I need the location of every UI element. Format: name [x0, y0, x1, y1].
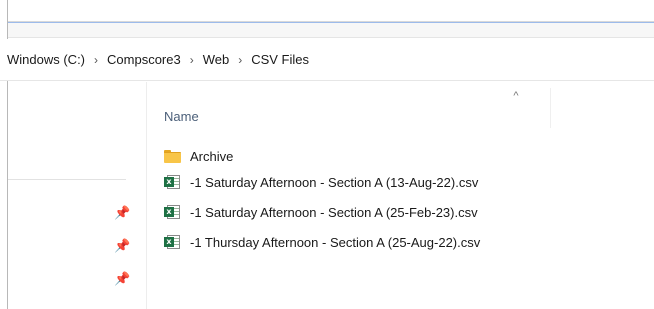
folder-icon: [164, 148, 181, 164]
excel-csv-icon: x: [164, 174, 181, 190]
breadcrumb-compscore3[interactable]: Compscore3: [105, 52, 183, 67]
list-item-csv[interactable]: x -1 Saturday Afternoon - Section A (13-…: [164, 171, 644, 193]
excel-csv-icon: x: [164, 204, 181, 220]
breadcrumb-separator-icon[interactable]: ›: [87, 53, 105, 67]
excel-csv-icon: x: [164, 234, 181, 250]
nav-divider: [8, 179, 126, 180]
file-name: -1 Saturday Afternoon - Section A (13-Au…: [190, 174, 479, 190]
pin-icon[interactable]: 📌: [114, 206, 130, 220]
column-divider[interactable]: [550, 88, 551, 128]
list-item-csv[interactable]: x -1 Saturday Afternoon - Section A (25-…: [164, 201, 644, 223]
breadcrumb-separator-icon[interactable]: ›: [231, 53, 249, 67]
file-name: -1 Thursday Afternoon - Section A (25-Au…: [190, 234, 481, 250]
sort-ascending-icon[interactable]: ^: [509, 90, 523, 104]
pin-icon[interactable]: 📌: [114, 239, 130, 253]
breadcrumb-windows-c[interactable]: Windows (C:): [5, 52, 87, 67]
list-item-csv[interactable]: x -1 Thursday Afternoon - Section A (25-…: [164, 231, 644, 253]
list-item-folder-archive[interactable]: Archive: [164, 145, 644, 167]
column-header-name[interactable]: Name: [164, 109, 199, 124]
breadcrumb-web[interactable]: Web: [201, 52, 232, 67]
file-name: Archive: [190, 148, 234, 164]
title-bar: [8, 0, 654, 22]
breadcrumb-separator-icon[interactable]: ›: [183, 53, 201, 67]
breadcrumb-csv-files[interactable]: CSV Files: [249, 52, 311, 67]
navigation-pane[interactable]: 📌 📌 📌: [8, 82, 146, 309]
column-header-row: Name ^: [147, 82, 654, 138]
ribbon-strip: [8, 23, 654, 38]
pin-icon[interactable]: 📌: [114, 272, 130, 286]
address-bar[interactable]: Windows (C:) › Compscore3 › Web › CSV Fi…: [0, 39, 654, 81]
file-name: -1 Saturday Afternoon - Section A (25-Fe…: [190, 204, 478, 220]
